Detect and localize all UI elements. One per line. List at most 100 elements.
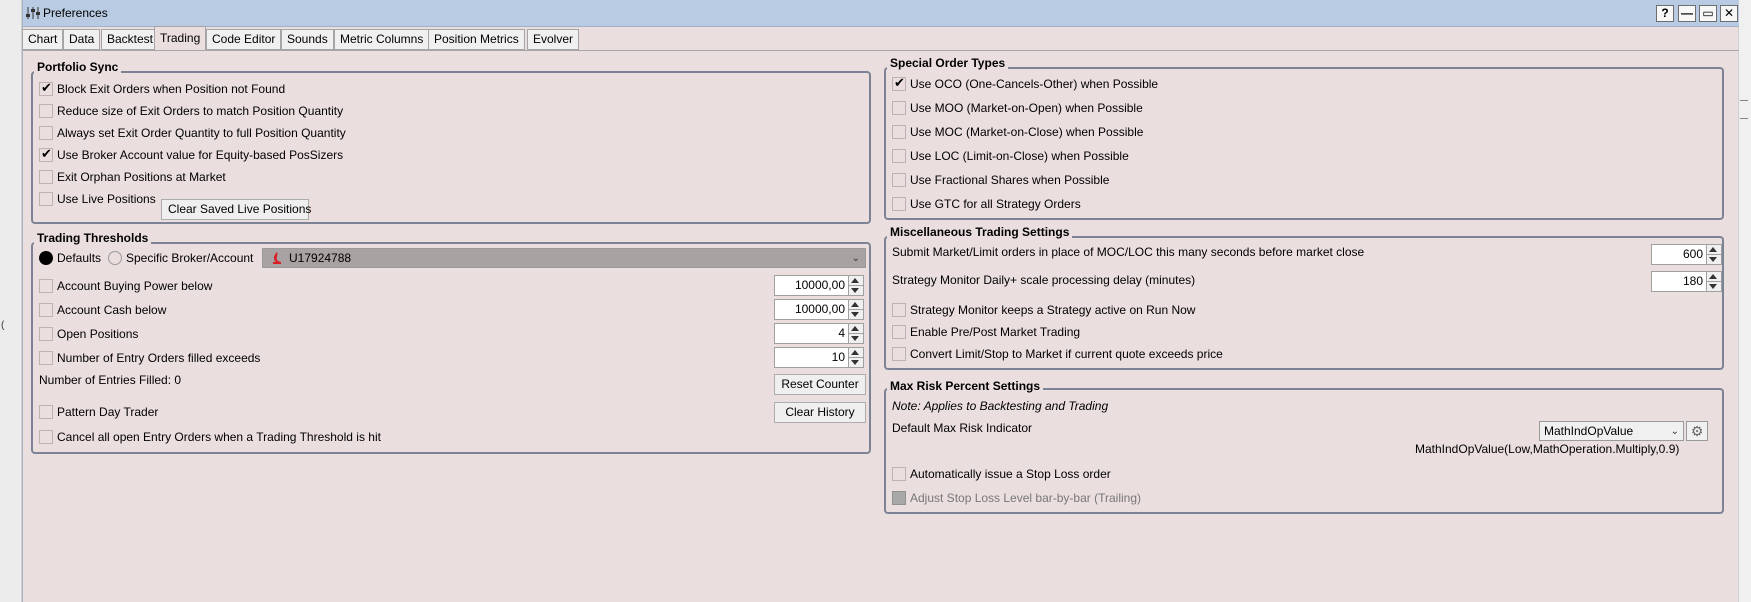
checkbox[interactable] xyxy=(892,325,906,339)
stepper-arrows[interactable] xyxy=(1707,244,1722,265)
tab-position-metrics[interactable]: Position Metrics xyxy=(428,29,525,50)
option-use-live-positions[interactable]: Use Live Positions xyxy=(39,189,156,209)
radio-defaults[interactable]: Defaults xyxy=(39,248,101,268)
arrow-down-icon[interactable] xyxy=(851,312,859,317)
checkbox[interactable] xyxy=(39,405,53,419)
threshold-entry-orders[interactable]: Number of Entry Orders filled exceeds xyxy=(39,348,260,368)
stepper-arrows[interactable] xyxy=(849,299,864,320)
arrow-up-icon[interactable] xyxy=(851,302,859,307)
checkbox[interactable] xyxy=(892,467,906,481)
option-pattern-day-trader[interactable]: Pattern Day Trader xyxy=(39,402,158,422)
radio-specific-broker[interactable]: Specific Broker/Account xyxy=(108,248,253,268)
open-positions-stepper[interactable]: 4 xyxy=(774,323,864,344)
arrow-down-icon[interactable] xyxy=(851,288,859,293)
broker-account-dropdown[interactable]: U17924788 ⌄ xyxy=(262,248,866,268)
tab-backtest[interactable]: Backtest xyxy=(101,29,160,50)
checkbox[interactable] xyxy=(892,197,906,211)
checkbox[interactable] xyxy=(892,303,906,317)
checkbox[interactable] xyxy=(39,126,53,140)
arrow-up-icon[interactable] xyxy=(851,278,859,283)
title-bar[interactable]: Preferences ? — ▭ ✕ xyxy=(23,0,1739,27)
max-risk-indicator-dropdown[interactable]: MathIndOpValue ⌄ xyxy=(1539,421,1684,441)
option-block-exit-orders[interactable]: Block Exit Orders when Position not Foun… xyxy=(39,79,285,99)
option-keep-strategy-active[interactable]: Strategy Monitor keeps a Strategy active… xyxy=(892,300,1195,320)
checkbox[interactable] xyxy=(39,146,53,162)
option-full-position-quantity[interactable]: Always set Exit Order Quantity to full P… xyxy=(39,123,346,143)
tab-evolver[interactable]: Evolver xyxy=(527,29,580,50)
stepper-arrows[interactable] xyxy=(849,275,864,296)
checkbox[interactable] xyxy=(39,170,53,184)
arrow-down-icon[interactable] xyxy=(1709,257,1717,262)
option-reduce-exit-orders[interactable]: Reduce size of Exit Orders to match Posi… xyxy=(39,101,343,121)
radio-button[interactable] xyxy=(108,251,122,265)
arrow-up-icon[interactable] xyxy=(1709,274,1717,279)
tab-data[interactable]: Data xyxy=(63,29,101,50)
option-exit-orphan-positions[interactable]: Exit Orphan Positions at Market xyxy=(39,167,226,187)
checkbox[interactable] xyxy=(892,75,906,91)
account-cash-value[interactable]: 10000,00 xyxy=(774,299,849,320)
option-use-loc[interactable]: Use LOC (Limit-on-Close) when Possible xyxy=(892,146,1129,166)
checkbox[interactable] xyxy=(892,347,906,361)
maximize-button[interactable]: ▭ xyxy=(1699,5,1717,22)
tab-sounds[interactable]: Sounds xyxy=(281,29,334,50)
clear-saved-live-positions-button[interactable]: Clear Saved Live Positions xyxy=(161,199,311,220)
submit-seconds-value[interactable]: 600 xyxy=(1651,244,1707,265)
arrow-up-icon[interactable] xyxy=(1709,247,1717,252)
buying-power-stepper[interactable]: 10000,00 xyxy=(774,275,864,296)
option-broker-account-value[interactable]: Use Broker Account value for Equity-base… xyxy=(39,145,343,165)
option-use-moc[interactable]: Use MOC (Market-on-Close) when Possible xyxy=(892,122,1143,142)
tab-code-editor[interactable]: Code Editor xyxy=(206,29,282,50)
clear-history-button[interactable]: Clear History xyxy=(774,402,866,423)
arrow-down-icon[interactable] xyxy=(1709,284,1717,289)
gear-icon[interactable]: ⚙ xyxy=(1686,421,1708,441)
option-use-gtc[interactable]: Use GTC for all Strategy Orders xyxy=(892,194,1081,214)
checkbox[interactable] xyxy=(39,80,53,96)
arrow-up-icon[interactable] xyxy=(851,350,859,355)
threshold-open-positions[interactable]: Open Positions xyxy=(39,324,138,344)
checkbox[interactable] xyxy=(892,125,906,139)
option-use-oco[interactable]: Use OCO (One-Cancels-Other) when Possibl… xyxy=(892,74,1158,94)
arrow-down-icon[interactable] xyxy=(851,360,859,365)
option-trailing-stop-loss[interactable]: Adjust Stop Loss Level bar-by-bar (Trail… xyxy=(892,488,1141,508)
checkbox[interactable] xyxy=(892,173,906,187)
option-use-moo[interactable]: Use MOO (Market-on-Open) when Possible xyxy=(892,98,1143,118)
reset-counter-button[interactable]: Reset Counter xyxy=(774,374,866,395)
arrow-down-icon[interactable] xyxy=(851,336,859,341)
checkbox[interactable] xyxy=(39,303,53,317)
checkbox[interactable] xyxy=(39,351,53,365)
checkbox[interactable] xyxy=(892,491,906,505)
option-fractional-shares[interactable]: Use Fractional Shares when Possible xyxy=(892,170,1109,190)
stepper-arrows[interactable] xyxy=(849,347,864,368)
checkbox[interactable] xyxy=(892,101,906,115)
processing-delay-stepper[interactable]: 180 xyxy=(1651,271,1722,292)
option-auto-stop-loss[interactable]: Automatically issue a Stop Loss order xyxy=(892,464,1111,484)
option-pre-post-market[interactable]: Enable Pre/Post Market Trading xyxy=(892,322,1080,342)
entry-orders-stepper[interactable]: 10 xyxy=(774,347,864,368)
buying-power-value[interactable]: 10000,00 xyxy=(774,275,849,296)
tab-metric-columns[interactable]: Metric Columns xyxy=(334,29,430,50)
radio-button[interactable] xyxy=(39,251,53,265)
checkbox[interactable] xyxy=(39,327,53,341)
checkbox[interactable] xyxy=(39,104,53,118)
close-button[interactable]: ✕ xyxy=(1720,5,1738,22)
checkbox[interactable] xyxy=(39,430,53,444)
minimize-button[interactable]: — xyxy=(1678,5,1696,22)
threshold-account-cash[interactable]: Account Cash below xyxy=(39,300,166,320)
submit-seconds-stepper[interactable]: 600 xyxy=(1651,244,1722,265)
help-button[interactable]: ? xyxy=(1656,5,1674,22)
tab-trading[interactable]: Trading xyxy=(154,26,207,51)
processing-delay-value[interactable]: 180 xyxy=(1651,271,1707,292)
stepper-arrows[interactable] xyxy=(1707,271,1722,292)
option-convert-limit-stop[interactable]: Convert Limit/Stop to Market if current … xyxy=(892,344,1223,364)
open-positions-value[interactable]: 4 xyxy=(774,323,849,344)
entry-orders-value[interactable]: 10 xyxy=(774,347,849,368)
threshold-buying-power[interactable]: Account Buying Power below xyxy=(39,276,212,296)
checkbox[interactable] xyxy=(39,279,53,293)
option-cancel-all-entry-orders[interactable]: Cancel all open Entry Orders when a Trad… xyxy=(39,427,381,447)
checkbox[interactable] xyxy=(39,192,53,206)
arrow-up-icon[interactable] xyxy=(851,326,859,331)
account-cash-stepper[interactable]: 10000,00 xyxy=(774,299,864,320)
checkbox[interactable] xyxy=(892,149,906,163)
stepper-arrows[interactable] xyxy=(849,323,864,344)
tab-chart[interactable]: Chart xyxy=(22,29,64,50)
